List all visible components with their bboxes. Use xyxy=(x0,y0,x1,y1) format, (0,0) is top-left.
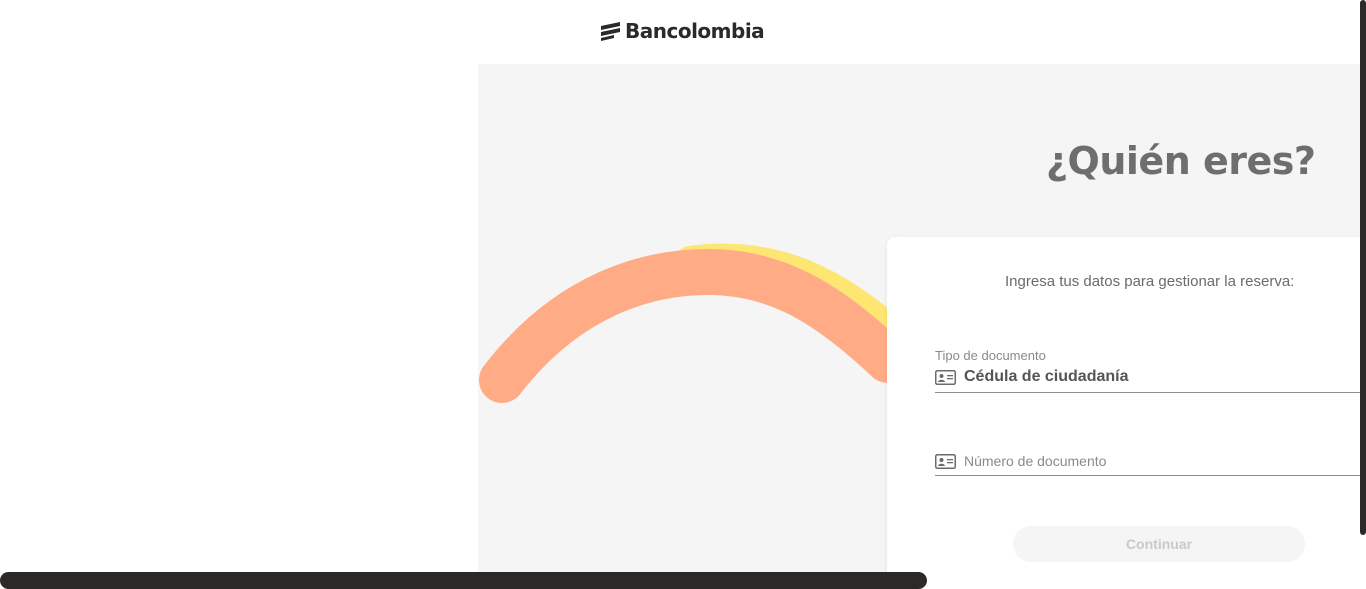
document-number-field[interactable] xyxy=(935,447,1360,476)
id-card-icon xyxy=(935,369,956,385)
document-type-value: Cédula de ciudadanía xyxy=(964,368,1129,385)
horizontal-scrollbar[interactable] xyxy=(0,572,927,589)
document-type-select[interactable]: Tipo de documento Cédula de ciudadanía xyxy=(935,348,1360,393)
page-title: ¿Quién eres? xyxy=(1046,139,1316,183)
bancolombia-stripes-icon xyxy=(601,22,620,41)
document-number-row xyxy=(935,453,1344,469)
brand-name: Bancolombia xyxy=(625,19,765,43)
id-card-icon xyxy=(935,453,956,469)
form-instructions: Ingresa tus datos para gestionar la rese… xyxy=(1005,273,1295,290)
top-header: Bancolombia xyxy=(0,0,1360,64)
identity-form-card: Ingresa tus datos para gestionar la rese… xyxy=(887,237,1360,572)
document-number-input[interactable] xyxy=(964,453,1344,469)
vertical-scrollbar[interactable] xyxy=(1360,0,1366,535)
bancolombia-logo[interactable]: Bancolombia xyxy=(600,18,765,44)
document-type-row: Cédula de ciudadanía xyxy=(935,368,1128,386)
document-type-label: Tipo de documento xyxy=(935,348,1046,363)
orange-arc xyxy=(479,248,911,403)
continue-button[interactable]: Continuar xyxy=(1013,526,1305,562)
main-panel: ¿Quién eres? Ingresa tus datos para gest… xyxy=(478,64,1360,572)
